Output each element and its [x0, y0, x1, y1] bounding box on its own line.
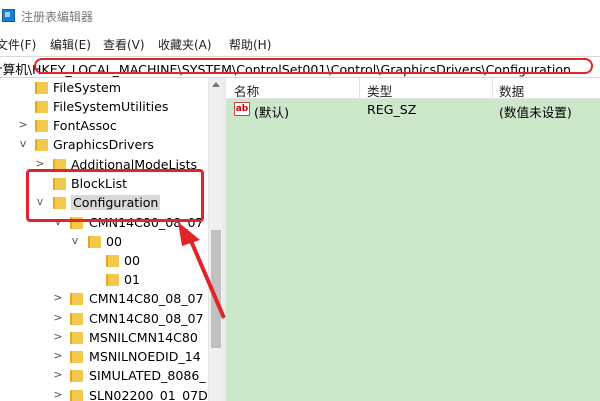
folder-icon [106, 274, 119, 286]
chevron-right-icon[interactable]: > [53, 291, 63, 304]
folder-icon [106, 255, 119, 267]
tree-item-label: 00 [106, 234, 123, 249]
address-path[interactable]: 计算机\HKEY_LOCAL_MACHINE\SYSTEM\ControlSet… [0, 59, 571, 77]
tree-item-filesystemutilities[interactable]: FileSystemUtilities [0, 98, 208, 117]
tree-item-cmn14c80-a[interactable]: v CMN14C80_08_07 [0, 214, 208, 233]
tree-item-label: SLN02200_01_07D [89, 388, 208, 401]
tree-item-blocklist[interactable]: BlockList [0, 175, 208, 194]
menu-file[interactable]: 文件(F) [0, 36, 36, 53]
value-name: (默认) [254, 105, 290, 120]
column-divider[interactable] [359, 78, 360, 98]
chevron-right-icon[interactable]: > [53, 330, 63, 343]
chevron-right-icon[interactable]: > [35, 157, 45, 170]
tree-item-label: CMN14C80_08_07 [89, 311, 204, 326]
folder-icon [53, 197, 66, 209]
tree-item-sln02200[interactable]: > SLN02200_01_07D [0, 387, 208, 401]
chevron-down-icon[interactable]: v [35, 195, 45, 208]
tree-item-label: FontAssoc [53, 118, 117, 133]
menu-view[interactable]: 查看(V) [103, 36, 145, 53]
tree-item-filesystem[interactable]: FileSystem [0, 79, 208, 98]
tree-item-00-child[interactable]: 00 [0, 252, 208, 271]
menu-favorites[interactable]: 收藏夹(A) [158, 36, 212, 53]
tree-item-01-child[interactable]: 01 [0, 271, 208, 290]
folder-icon [70, 313, 83, 325]
tree-item-label: BlockList [71, 176, 128, 191]
tree-item-label: CMN14C80_08_07 [89, 215, 204, 230]
menu-help[interactable]: 帮助(H) [229, 36, 271, 53]
folder-icon [70, 351, 83, 363]
tree-item-simulated[interactable]: > SIMULATED_8086_ [0, 367, 208, 386]
scroll-thumb[interactable] [211, 230, 221, 348]
values-list: 名称 类型 数据 ab (默认) REG_SZ (数值未设置) [226, 78, 600, 401]
tree-item-label: FileSystemUtilities [53, 99, 169, 114]
tree-item-fontassoc[interactable]: > FontAssoc [0, 117, 208, 136]
tree-item-label: AdditionalModeLists [71, 157, 198, 172]
list-item[interactable]: ab (默认) REG_SZ (数值未设置) [226, 100, 600, 120]
tree-item-configuration[interactable]: v Configuration [0, 194, 208, 213]
tree-item-label: MSNILCMN14C80 [89, 330, 198, 345]
chevron-right-icon[interactable]: > [53, 311, 63, 324]
column-header-name[interactable]: 名称 [234, 81, 259, 100]
string-value-icon: ab [234, 102, 250, 116]
scroll-up-icon[interactable] [212, 82, 220, 87]
folder-icon [70, 217, 83, 229]
column-header-data[interactable]: 数据 [499, 81, 524, 100]
chevron-right-icon[interactable]: > [53, 388, 63, 401]
tree-item-label: 00 [124, 253, 141, 268]
tree-item-label: CMN14C80_08_07 [89, 291, 204, 306]
key-tree: FileSystem FileSystemUtilities > FontAss… [0, 78, 226, 401]
folder-icon [53, 159, 66, 171]
tree-item-cmn14c80-b[interactable]: > CMN14C80_08_07 [0, 290, 208, 309]
menu-edit[interactable]: 编辑(E) [50, 36, 91, 53]
tree-item-00[interactable]: v 00 [0, 233, 208, 252]
tree-item-cmn14c80-c[interactable]: > CMN14C80_08_07 [0, 310, 208, 329]
tree-item-label: MSNILNOEDID_14 [89, 349, 201, 364]
menu-bar: 文件(F) 编辑(E) 查看(V) 收藏夹(A) 帮助(H) [0, 32, 600, 55]
tree-item-label: FileSystem [53, 80, 122, 95]
folder-icon [70, 370, 83, 382]
column-divider[interactable] [492, 78, 493, 98]
window-title: 注册表编辑器 [21, 10, 94, 24]
chevron-down-icon[interactable]: v [53, 215, 63, 228]
tree-item-label: GraphicsDrivers [53, 137, 154, 152]
folder-icon [70, 390, 83, 401]
tree-item-label: SIMULATED_8086_ [89, 368, 206, 383]
tree-item-graphicsdrivers[interactable]: v GraphicsDrivers [0, 136, 208, 155]
tree-item-label: 01 [124, 272, 141, 287]
list-header: 名称 类型 数据 [226, 78, 600, 99]
tree-scrollbar[interactable] [208, 78, 223, 401]
chevron-right-icon[interactable]: > [53, 349, 63, 362]
chevron-down-icon[interactable]: v [18, 137, 28, 150]
chevron-right-icon[interactable]: > [53, 368, 63, 381]
chevron-right-icon[interactable]: > [18, 118, 28, 131]
value-type: REG_SZ [367, 102, 417, 117]
folder-icon [35, 120, 48, 132]
regedit-icon [2, 9, 15, 22]
folder-icon [35, 101, 48, 113]
tree-item-msnilcmn14c80[interactable]: > MSNILCMN14C80 [0, 329, 208, 348]
address-bar[interactable]: 计算机\HKEY_LOCAL_MACHINE\SYSTEM\ControlSet… [0, 56, 600, 78]
column-header-type[interactable]: 类型 [367, 81, 392, 100]
chevron-down-icon[interactable]: v [70, 234, 80, 247]
folder-icon [70, 293, 83, 305]
value-data: (数值未设置) [499, 105, 572, 120]
folder-icon [35, 82, 48, 94]
tree-item-label: Configuration [71, 195, 161, 210]
folder-icon [53, 178, 66, 190]
tree-item-msnilnoedid[interactable]: > MSNILNOEDID_14 [0, 348, 208, 367]
folder-icon [70, 332, 83, 344]
tree-item-additionalmodelists[interactable]: > AdditionalModeLists [0, 156, 208, 175]
title-bar: 注册表编辑器 [0, 0, 600, 32]
folder-icon [88, 236, 101, 248]
folder-icon [35, 139, 48, 151]
